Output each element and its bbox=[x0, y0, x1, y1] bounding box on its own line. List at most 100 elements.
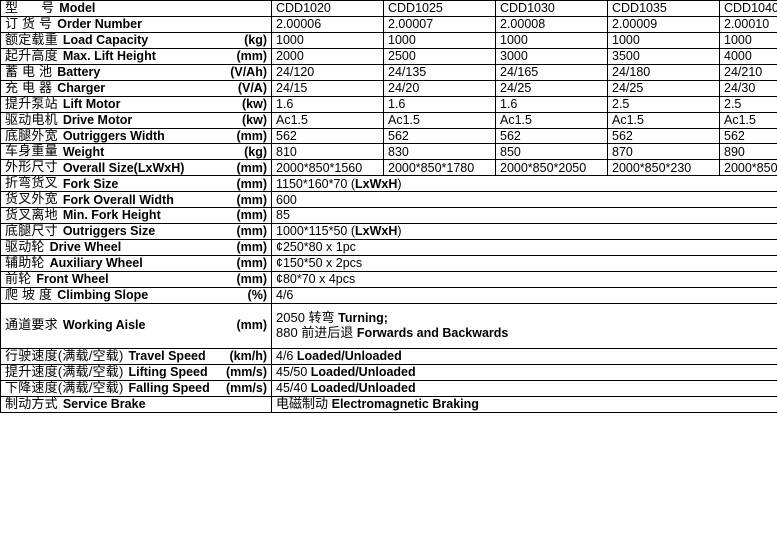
row-label-travel-speed: 行驶速度(满载/空载) Travel Speed (km/h) bbox=[1, 348, 272, 364]
cell-lift-motor-cdd1035: 2.5 bbox=[608, 96, 720, 112]
label-unit-working-aisle: (mm) bbox=[230, 318, 267, 332]
label-en-drive-wheel: Drive Wheel bbox=[50, 240, 122, 254]
cell-working-aisle-line2-en: Forwards and Backwards bbox=[357, 326, 508, 340]
cell-charger-cdd1035: 24/25 bbox=[608, 80, 720, 96]
row-label-front-wheel: 前轮 Front Wheel (mm) bbox=[1, 271, 272, 287]
label-en-outriggers-width: Outriggers Width bbox=[63, 129, 165, 143]
cell-drive-motor-cdd1020: Ac1.5 bbox=[272, 112, 384, 128]
label-en-fork-size: Fork Size bbox=[63, 177, 119, 191]
cell-model-cdd1020: CDD1020 bbox=[272, 1, 384, 17]
label-en-fork-overall-width: Fork Overall Width bbox=[63, 193, 174, 207]
cell-drive-motor-cdd1030: Ac1.5 bbox=[496, 112, 608, 128]
cell-working-aisle-line1-cn: 2050 转弯 bbox=[276, 310, 338, 325]
spellcheck-underline-icon: LxWxH bbox=[355, 224, 397, 238]
cell-front-wheel-all: ¢80*70 x 4pcs bbox=[272, 271, 777, 287]
cell-working-aisle-line2: 880 前进后退 Forwards and Backwards bbox=[276, 326, 777, 341]
cell-order-number-cdd1025: 2.00007 bbox=[384, 16, 496, 32]
cell-falling-speed-all: 45/40 Loaded/Unloaded bbox=[272, 380, 777, 396]
cell-order-number-cdd1040: 2.00010 bbox=[720, 16, 777, 32]
row-label-order-number: 订 货 号 Order Number bbox=[1, 16, 272, 32]
cell-outriggers-width-cdd1025: 562 bbox=[384, 128, 496, 144]
label-cn-drive-motor: 驱动电机 bbox=[5, 113, 58, 128]
label-cn-travel-speed: 行驶速度(满载/空载) bbox=[5, 349, 123, 364]
table-row-charger: 充 电 器 Charger (V/A) 24/15 24/20 24/25 24… bbox=[1, 80, 777, 96]
label-en-auxiliary-wheel: Auxiliary Wheel bbox=[50, 256, 143, 270]
label-cn-front-wheel: 前轮 bbox=[5, 272, 31, 287]
table-row-drive-motor: 驱动电机 Drive Motor (kw) Ac1.5 Ac1.5 Ac1.5 … bbox=[1, 112, 777, 128]
label-cn-outriggers-size: 底腿尺寸 bbox=[5, 224, 58, 239]
cell-weight-cdd1035: 870 bbox=[608, 144, 720, 160]
cell-fork-overall-width-all: 600 bbox=[272, 192, 777, 208]
cell-working-aisle-all: 2050 转弯 Turning; 880 前进后退 Forwards and B… bbox=[272, 303, 777, 348]
label-en-drive-motor: Drive Motor bbox=[63, 113, 132, 127]
table-row-lifting-speed: 提升速度(满载/空载) Lifting Speed (mm/s) 45/50 L… bbox=[1, 364, 777, 380]
label-unit-lift-motor: (kw) bbox=[236, 97, 267, 111]
label-unit-outriggers-size: (mm) bbox=[230, 224, 267, 238]
cell-max-lift-height-cdd1040: 4000 bbox=[720, 48, 777, 64]
table-row-falling-speed: 下降速度(满载/空载) Falling Speed (mm/s) 45/40 L… bbox=[1, 380, 777, 396]
label-cn-min-fork-height: 货叉离地 bbox=[5, 208, 58, 223]
row-label-load-capacity: 额定载重 Load Capacity (kg) bbox=[1, 32, 272, 48]
cell-order-number-cdd1020: 2.00006 bbox=[272, 16, 384, 32]
label-unit-front-wheel: (mm) bbox=[230, 272, 267, 286]
cell-model-cdd1040: CDD1040 bbox=[720, 1, 777, 17]
row-label-climbing-slope: 爬 坡 度 Climbing Slope (%) bbox=[1, 287, 272, 303]
label-unit-drive-motor: (kw) bbox=[236, 113, 267, 127]
row-label-service-brake: 制动方式 Service Brake bbox=[1, 396, 272, 412]
table-row-travel-speed: 行驶速度(满载/空载) Travel Speed (km/h) 4/6 Load… bbox=[1, 348, 777, 364]
cell-order-number-cdd1030: 2.00008 bbox=[496, 16, 608, 32]
cell-drive-wheel-all: ¢250*80 x 1pc bbox=[272, 240, 777, 256]
cell-weight-cdd1030: 850 bbox=[496, 144, 608, 160]
cell-charger-cdd1025: 24/20 bbox=[384, 80, 496, 96]
table-row-max-lift-height: 起升高度 Max. Lift Height (mm) 2000 2500 300… bbox=[1, 48, 777, 64]
label-unit-auxiliary-wheel: (mm) bbox=[230, 256, 267, 270]
table-row-front-wheel: 前轮 Front Wheel (mm) ¢80*70 x 4pcs bbox=[1, 271, 777, 287]
cell-load-capacity-cdd1030: 1000 bbox=[496, 32, 608, 48]
row-label-drive-wheel: 驱动轮 Drive Wheel (mm) bbox=[1, 240, 272, 256]
label-cn-drive-wheel: 驱动轮 bbox=[5, 240, 45, 255]
cell-model-cdd1025: CDD1025 bbox=[384, 1, 496, 17]
cell-order-number-cdd1035: 2.00009 bbox=[608, 16, 720, 32]
cell-service-brake-all: 电磁制动 Electromagnetic Braking bbox=[272, 396, 777, 412]
cell-outriggers-size-all: 1000*115*50 (LxWxH) bbox=[272, 224, 777, 240]
label-cn-service-brake: 制动方式 bbox=[5, 397, 58, 412]
label-unit-falling-speed: (mm/s) bbox=[220, 381, 267, 395]
cell-weight-cdd1020: 810 bbox=[272, 144, 384, 160]
cell-drive-motor-cdd1025: Ac1.5 bbox=[384, 112, 496, 128]
label-unit-load-capacity: (kg) bbox=[238, 33, 267, 47]
cell-max-lift-height-cdd1020: 2000 bbox=[272, 48, 384, 64]
table-row-model: 型 号 Model CDD1020 CDD1025 CDD1030 CDD103… bbox=[1, 1, 777, 17]
cell-lift-motor-cdd1020: 1.6 bbox=[272, 96, 384, 112]
cell-battery-cdd1040: 24/210 bbox=[720, 64, 777, 80]
table-row-outriggers-size[interactable]: 底腿尺寸 Outriggers Size (mm) 1000*115*50 (L… bbox=[1, 224, 777, 240]
label-unit-battery: (V/Ah) bbox=[224, 65, 267, 79]
cell-model-cdd1030: CDD1030 bbox=[496, 1, 608, 17]
cell-battery-cdd1035: 24/180 bbox=[608, 64, 720, 80]
cell-falling-speed-value: 45/40 bbox=[276, 381, 311, 395]
label-cn-working-aisle: 通道要求 bbox=[5, 318, 58, 333]
cell-working-aisle-line1-en: Turning; bbox=[338, 311, 388, 325]
label-en-order-number: Order Number bbox=[57, 17, 142, 31]
cell-charger-cdd1030: 24/25 bbox=[496, 80, 608, 96]
cell-outriggers-size-head: 1000*115*50 ( bbox=[276, 224, 355, 238]
row-label-drive-motor: 驱动电机 Drive Motor (kw) bbox=[1, 112, 272, 128]
label-en-falling-speed: Falling Speed bbox=[128, 381, 209, 395]
cell-max-lift-height-cdd1025: 2500 bbox=[384, 48, 496, 64]
label-en-min-fork-height: Min. Fork Height bbox=[63, 208, 161, 222]
cell-min-fork-height-all: 85 bbox=[272, 208, 777, 224]
cell-travel-speed-note: Loaded/Unloaded bbox=[297, 349, 402, 363]
label-cn-charger: 充 电 器 bbox=[5, 81, 52, 96]
cell-outriggers-width-cdd1035: 562 bbox=[608, 128, 720, 144]
label-unit-weight: (kg) bbox=[238, 145, 267, 159]
label-cn-order-number: 订 货 号 bbox=[5, 17, 52, 32]
label-cn-outriggers-width: 底腿外宽 bbox=[5, 129, 58, 144]
cell-overall-size-cdd1040: 2000*850*2550 bbox=[720, 160, 777, 176]
row-label-auxiliary-wheel: 辅助轮 Auxiliary Wheel (mm) bbox=[1, 256, 272, 272]
label-unit-outriggers-width: (mm) bbox=[230, 129, 267, 143]
cell-travel-speed-all: 4/6 Loaded/Unloaded bbox=[272, 348, 777, 364]
table-row-load-capacity: 额定载重 Load Capacity (kg) 1000 1000 1000 1… bbox=[1, 32, 777, 48]
label-en-travel-speed: Travel Speed bbox=[128, 349, 205, 363]
row-label-working-aisle: 通道要求 Working Aisle (mm) bbox=[1, 303, 272, 348]
label-en-load-capacity: Load Capacity bbox=[63, 33, 148, 47]
table-row-climbing-slope: 爬 坡 度 Climbing Slope (%) 4/6 bbox=[1, 287, 777, 303]
